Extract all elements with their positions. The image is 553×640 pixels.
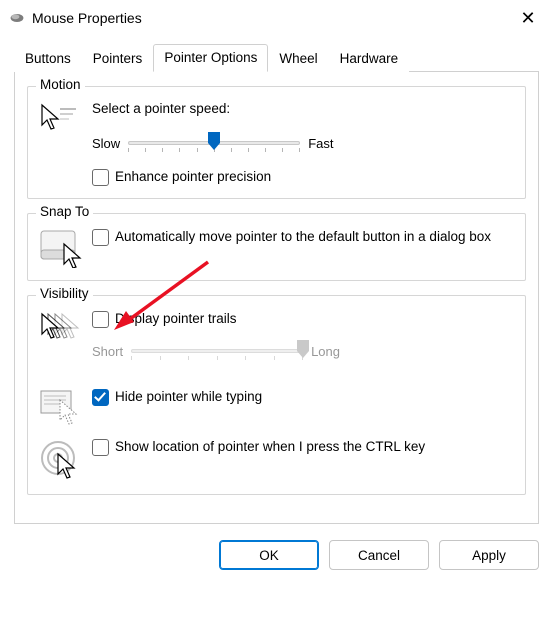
- snapto-icon: [40, 228, 92, 268]
- hide-typing-label: Hide pointer while typing: [115, 388, 262, 406]
- window-title: Mouse Properties: [32, 10, 513, 26]
- fast-label: Fast: [308, 136, 333, 151]
- tab-page: Motion Select a pointer speed: Slow: [14, 72, 539, 524]
- pointer-speed-slider[interactable]: [128, 132, 300, 154]
- close-icon[interactable]: ✕: [513, 8, 543, 29]
- group-visibility: Visibility Display poi: [27, 295, 526, 495]
- hide-typing-icon: [40, 388, 92, 426]
- group-snapto: Snap To Automatically move pointer to th…: [27, 213, 526, 281]
- tab-pointer-options[interactable]: Pointer Options: [153, 44, 268, 72]
- motion-cursor-icon: [40, 101, 92, 133]
- slow-label: Slow: [92, 136, 120, 151]
- pointer-speed-label: Select a pointer speed:: [92, 101, 513, 116]
- pointer-trails-label: Display pointer trails: [115, 310, 237, 328]
- tab-pointers[interactable]: Pointers: [82, 45, 154, 72]
- snapto-label: Automatically move pointer to the defaul…: [115, 228, 491, 246]
- group-motion-label: Motion: [36, 77, 85, 92]
- apply-button[interactable]: Apply: [439, 540, 539, 570]
- snapto-checkbox[interactable]: [92, 229, 109, 246]
- hide-typing-checkbox[interactable]: [92, 389, 109, 406]
- trails-icon: [40, 310, 92, 344]
- title-bar: Mouse Properties ✕: [0, 0, 553, 34]
- pointer-trails-row[interactable]: Display pointer trails: [92, 310, 513, 328]
- group-visibility-label: Visibility: [36, 286, 93, 301]
- tab-buttons[interactable]: Buttons: [14, 45, 82, 72]
- cancel-button[interactable]: Cancel: [329, 540, 429, 570]
- tabstrip: Buttons Pointers Pointer Options Wheel H…: [14, 44, 539, 72]
- tab-hardware[interactable]: Hardware: [329, 45, 410, 72]
- enhance-precision-checkbox[interactable]: [92, 169, 109, 186]
- ctrl-locate-icon: [40, 438, 92, 480]
- tab-wheel[interactable]: Wheel: [268, 45, 328, 72]
- dialog-buttons: OK Cancel Apply: [0, 538, 553, 582]
- long-label: Long: [311, 344, 340, 359]
- ctrl-locate-checkbox[interactable]: [92, 439, 109, 456]
- trails-length-slider: [131, 340, 303, 362]
- short-label: Short: [92, 344, 123, 359]
- enhance-precision-row[interactable]: Enhance pointer precision: [92, 168, 513, 186]
- ctrl-locate-row[interactable]: Show location of pointer when I press th…: [92, 438, 513, 456]
- ctrl-locate-label: Show location of pointer when I press th…: [115, 438, 425, 456]
- group-motion: Motion Select a pointer speed: Slow: [27, 86, 526, 199]
- ok-button[interactable]: OK: [219, 540, 319, 570]
- pointer-trails-checkbox[interactable]: [92, 311, 109, 328]
- mouse-app-icon: [8, 11, 26, 25]
- group-snapto-label: Snap To: [36, 204, 93, 219]
- hide-typing-row[interactable]: Hide pointer while typing: [92, 388, 513, 406]
- enhance-precision-label: Enhance pointer precision: [115, 168, 271, 186]
- snapto-row[interactable]: Automatically move pointer to the defaul…: [92, 228, 513, 246]
